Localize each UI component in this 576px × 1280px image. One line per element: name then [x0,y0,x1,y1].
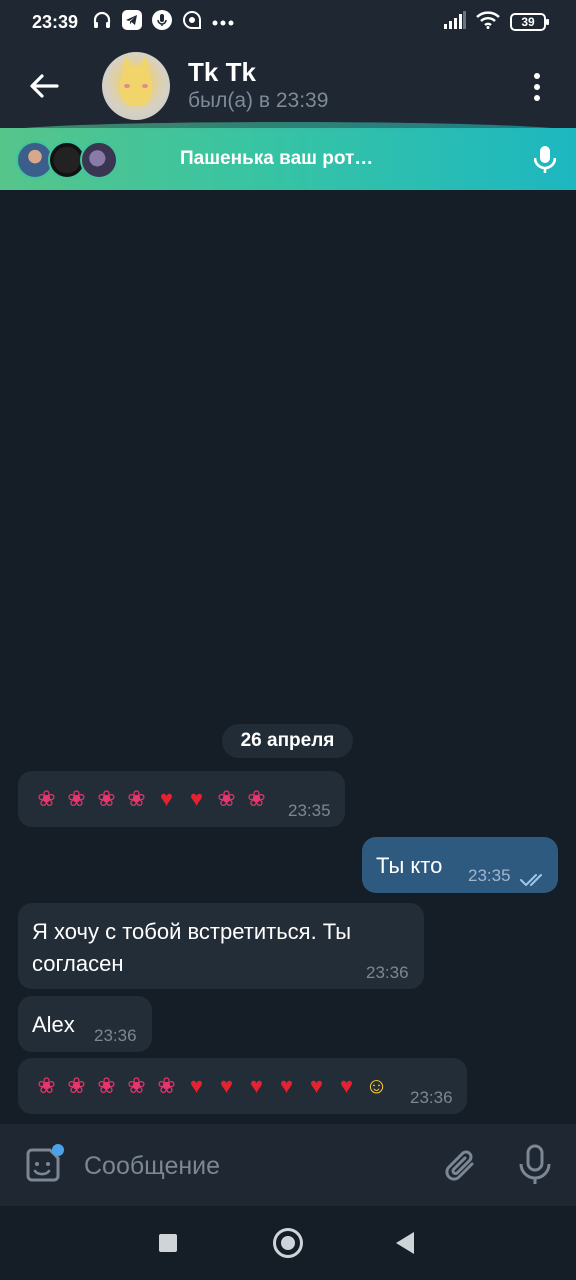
message-time: 23:36 [94,1026,137,1045]
hibiscus-emoji: ❀ [127,1073,146,1098]
message-time: 23:36 [410,1088,453,1107]
chat-header: Tk Tk был(а) в 23:39 [0,44,576,128]
hibiscus-emoji: ❀ [217,786,236,811]
sticker-button[interactable] [22,1144,64,1188]
system-back-button[interactable] [396,1232,414,1254]
message-time: 23:35 [288,801,331,820]
message-input[interactable] [84,1148,414,1184]
incoming-message[interactable]: Я хочу с тобой встретиться. Ты согласен … [18,903,424,989]
home-button[interactable] [273,1228,303,1258]
red-heart-emoji: ♥ [159,786,174,811]
voice-chat-mic-icon[interactable] [533,146,557,179]
signal-icon [444,10,466,34]
hibiscus-emoji: ❀ [97,786,116,811]
contact-info[interactable]: Tk Tk был(а) в 23:39 [188,57,328,115]
attach-button[interactable] [442,1146,480,1186]
date-separator: 26 апреля [222,724,353,758]
voice-chat-participants [16,137,136,181]
hibiscus-emoji: ❀ [37,1073,56,1098]
back-button[interactable] [0,44,88,128]
message-text: Ты кто [376,853,443,878]
menu-dot [534,73,540,79]
more-dots-icon [212,13,234,31]
hibiscus-emoji: ❀ [67,786,86,811]
mic-icon [152,9,173,35]
message-time: 23:36 [366,963,409,982]
message-time: 23:35 [468,866,511,885]
message-text-line-2: согласен [32,951,124,976]
red-heart-emoji: ♥ [249,1073,264,1098]
message-list[interactable]: 26 апреля ❀ ❀ ❀ ❀ ♥ ♥ ❀ ❀ 23:35 Ты кто 2… [0,190,576,1124]
message-composer [0,1124,576,1206]
menu-dot [534,84,540,90]
new-stickers-dot [52,1144,64,1156]
system-navigation-bar [0,1206,576,1280]
heart-eyes-face-emoji: ☺ [365,1073,388,1098]
message-emoji-row: ❀ ❀ ❀ ❀ ♥ ♥ ❀ ❀ [32,785,271,813]
recents-button[interactable] [159,1234,177,1252]
headphones-icon [92,10,112,35]
outgoing-message[interactable]: Ты кто 23:35 [362,837,558,893]
status-time: 23:39 [32,11,79,32]
more-menu-button[interactable] [522,72,552,102]
red-heart-emoji: ♥ [189,786,204,811]
last-seen-status: был(а) в 23:39 [188,89,329,112]
menu-dot [534,95,540,101]
status-bar: 23:39 39 [0,0,576,44]
participant-avatar [80,141,118,179]
double-check-icon [520,867,548,893]
red-heart-emoji: ♥ [279,1073,294,1098]
voice-record-button[interactable] [516,1144,554,1186]
back-arrow-icon [30,74,59,98]
red-heart-emoji: ♥ [339,1073,354,1098]
hibiscus-emoji: ❀ [67,1073,86,1098]
voice-chat-banner[interactable]: Пашенька ваш рот… [0,122,576,190]
avatar-cheek [142,84,148,88]
hibiscus-emoji: ❀ [247,786,266,811]
battery-icon: 39 [510,13,549,31]
microphone-icon [519,1144,551,1184]
message-text: Alex [32,1012,75,1037]
red-heart-emoji: ♥ [189,1073,204,1098]
red-heart-emoji: ♥ [309,1073,324,1098]
wifi-icon [476,10,500,34]
incoming-message[interactable]: ❀ ❀ ❀ ❀ ❀ ♥ ♥ ♥ ♥ ♥ ♥ ☺ 23:36 [18,1058,467,1114]
contact-name: Tk Tk [188,57,256,87]
incoming-message[interactable]: ❀ ❀ ❀ ❀ ♥ ♥ ❀ ❀ 23:35 [18,771,345,827]
hibiscus-emoji: ❀ [37,786,56,811]
message-text-line-1: Я хочу с тобой встретиться. Ты [32,919,352,944]
telegram-icon [122,9,143,35]
red-heart-emoji: ♥ [219,1073,234,1098]
hibiscus-emoji: ❀ [127,786,146,811]
avatar-cat-drawing [120,56,152,106]
chat-bubble-icon [182,10,202,35]
status-notification-icons [92,9,234,35]
incoming-message[interactable]: Alex 23:36 [18,996,152,1052]
contact-avatar[interactable] [102,52,170,120]
hibiscus-emoji: ❀ [157,1073,176,1098]
voice-chat-title: Пашенька ваш рот… [180,148,374,169]
hibiscus-emoji: ❀ [97,1073,116,1098]
paperclip-icon [445,1150,474,1181]
status-system-icons: 39 [444,10,549,34]
message-emoji-row: ❀ ❀ ❀ ❀ ❀ ♥ ♥ ♥ ♥ ♥ ♥ ☺ [32,1072,391,1100]
avatar-cheek [124,84,130,88]
